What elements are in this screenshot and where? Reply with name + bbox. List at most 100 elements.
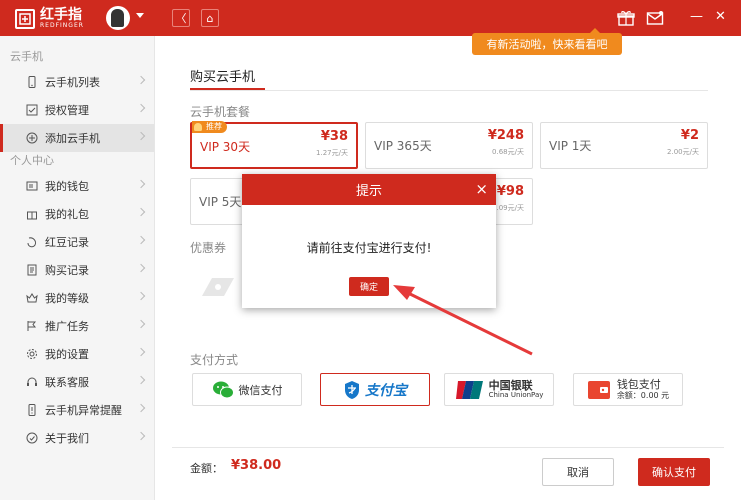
package-name: VIP 30天 <box>200 140 251 154</box>
sidebar-item-alert[interactable]: 云手机异常提醒 <box>0 396 154 424</box>
confirm-pay-button[interactable]: 确认支付 <box>638 458 710 486</box>
headset-icon <box>27 377 37 386</box>
dialog-title: 提示 <box>355 184 382 199</box>
sidebar-item-label: 推广任务 <box>45 320 89 333</box>
redfinger-logo-icon <box>15 8 35 29</box>
amount-value: ¥38.00 <box>231 458 282 473</box>
package-vip-365[interactable]: VIP 365天 ¥248 0.68元/天 <box>365 122 533 169</box>
package-vip-30[interactable]: 推荐 VIP 30天 ¥38 1.27元/天 <box>190 121 358 169</box>
package-unit-price: 0.68元/天 <box>492 148 524 156</box>
chevron-right-icon <box>136 375 146 385</box>
recommend-badge: 推荐 <box>192 121 227 133</box>
pay-alipay[interactable]: 支付宝 <box>320 373 430 406</box>
crown-icon <box>26 293 38 303</box>
chevron-right-icon <box>136 263 146 273</box>
home-icon: ⌂ <box>206 11 214 25</box>
close-button[interactable]: ✕ <box>715 10 726 24</box>
package-unit-price: 1.27元/天 <box>316 149 348 157</box>
pay-label: 中国银联 <box>488 378 533 392</box>
pay-unionpay[interactable]: 中国银联 China UnionPay <box>444 373 554 406</box>
sidebar-item-settings[interactable]: 我的设置 <box>0 340 154 368</box>
pay-wallet[interactable]: 钱包支付 余额：0.00 元 <box>573 373 683 406</box>
payment-heading: 支付方式 <box>190 353 239 367</box>
sidebar-item-label: 添加云手机 <box>45 132 100 145</box>
chevron-right-icon <box>136 207 146 217</box>
sidebar-item-add-phone[interactable]: 添加云手机 <box>0 124 154 152</box>
gear-icon <box>27 349 37 359</box>
package-vip-1[interactable]: VIP 1天 ¥2 2.00元/天 <box>540 122 708 169</box>
page-title: 购买云手机 <box>190 70 256 85</box>
sidebar-item-label: 授权管理 <box>45 104 89 117</box>
info-icon <box>26 432 38 444</box>
avatar[interactable] <box>106 6 130 30</box>
packages-heading: 云手机套餐 <box>190 105 251 119</box>
sidebar-item-wallet[interactable]: 我的钱包 <box>0 172 154 200</box>
sidebar-item-phone-list[interactable]: 云手机列表 <box>0 68 154 96</box>
sidebar-group-cloud: 云手机 <box>10 50 43 63</box>
prompt-dialog: 提示 × 请前往支付宝进行支付! 确定 <box>242 174 496 308</box>
record-icon <box>27 264 37 276</box>
gift-box-icon[interactable] <box>617 10 635 26</box>
sidebar-item-label: 购买记录 <box>45 264 89 277</box>
sidebar-item-label: 我的礼包 <box>45 208 89 221</box>
pay-sublabel: China UnionPay <box>488 390 544 399</box>
amount-label: 金额： <box>190 462 223 475</box>
sidebar-item-label: 云手机列表 <box>45 76 100 89</box>
sidebar: 云手机 云手机列表 授权管理 添加云手机 个人中心 我的钱包 我的礼包 红豆记录… <box>0 36 155 500</box>
pay-label: 钱包支付 <box>616 378 661 392</box>
wallet-balance: 余额：0.00 元 <box>616 391 670 401</box>
dialog-message: 请前往支付宝进行支付! <box>306 241 432 255</box>
sidebar-item-label: 我的等级 <box>45 292 89 305</box>
minimize-button[interactable]: — <box>690 10 703 24</box>
chevron-right-icon <box>136 179 146 189</box>
package-price: ¥38 <box>320 129 348 144</box>
sidebar-item-gift[interactable]: 我的礼包 <box>0 200 154 228</box>
plus-icon <box>26 132 38 144</box>
chevron-right-icon <box>136 75 146 85</box>
chevron-right-icon <box>136 131 146 141</box>
phone-icon <box>28 76 36 88</box>
back-button[interactable]: 〈 <box>172 9 190 27</box>
package-price: ¥98 <box>496 184 524 199</box>
coupon-heading: 优惠券 <box>190 241 227 255</box>
close-icon[interactable]: × <box>475 181 488 197</box>
package-name: VIP 1天 <box>549 139 592 153</box>
logo-title: 红手指 <box>40 7 82 23</box>
unionpay-icon <box>455 380 483 399</box>
home-button[interactable]: ⌂ <box>201 9 219 27</box>
sidebar-item-auth[interactable]: 授权管理 <box>0 96 154 124</box>
chevron-right-icon <box>136 431 146 441</box>
package-name: VIP 365天 <box>374 139 432 153</box>
app-logo: 红手指 REDFINGER <box>15 8 84 29</box>
chevron-down-icon[interactable] <box>136 13 144 18</box>
package-unit-price: 3.09元/天 <box>492 204 524 212</box>
wallet-pay-icon <box>587 380 610 399</box>
chevron-right-icon <box>136 235 146 245</box>
chevron-right-icon <box>136 103 146 113</box>
pay-label: 支付宝 <box>365 382 407 399</box>
mail-icon[interactable] <box>646 10 664 26</box>
title-bar: 红手指 REDFINGER 〈 ⌂ — ✕ <box>0 0 741 36</box>
chevron-right-icon <box>136 403 146 413</box>
cancel-button[interactable]: 取消 <box>542 458 614 486</box>
sidebar-item-label: 我的钱包 <box>45 180 89 193</box>
ok-button[interactable]: 确定 <box>349 277 389 296</box>
gift-icon <box>27 211 37 220</box>
title-divider <box>190 90 708 91</box>
sidebar-item-level[interactable]: 我的等级 <box>0 284 154 312</box>
pay-wechat[interactable]: 微信支付 <box>192 373 302 406</box>
sidebar-item-about[interactable]: 关于我们 <box>0 424 154 452</box>
flag-icon <box>27 321 37 331</box>
bean-icon <box>27 237 36 248</box>
sidebar-item-bean[interactable]: 红豆记录 <box>0 228 154 256</box>
chevron-right-icon <box>136 319 146 329</box>
auth-icon <box>26 104 38 116</box>
wechat-icon <box>212 381 234 398</box>
sidebar-item-purchase[interactable]: 购买记录 <box>0 256 154 284</box>
alert-icon <box>28 404 36 416</box>
sidebar-item-promo[interactable]: 推广任务 <box>0 312 154 340</box>
chevron-right-icon <box>136 347 146 357</box>
sidebar-item-label: 关于我们 <box>45 432 89 445</box>
empty-coupon-icon <box>202 278 234 296</box>
sidebar-item-support[interactable]: 联系客服 <box>0 368 154 396</box>
